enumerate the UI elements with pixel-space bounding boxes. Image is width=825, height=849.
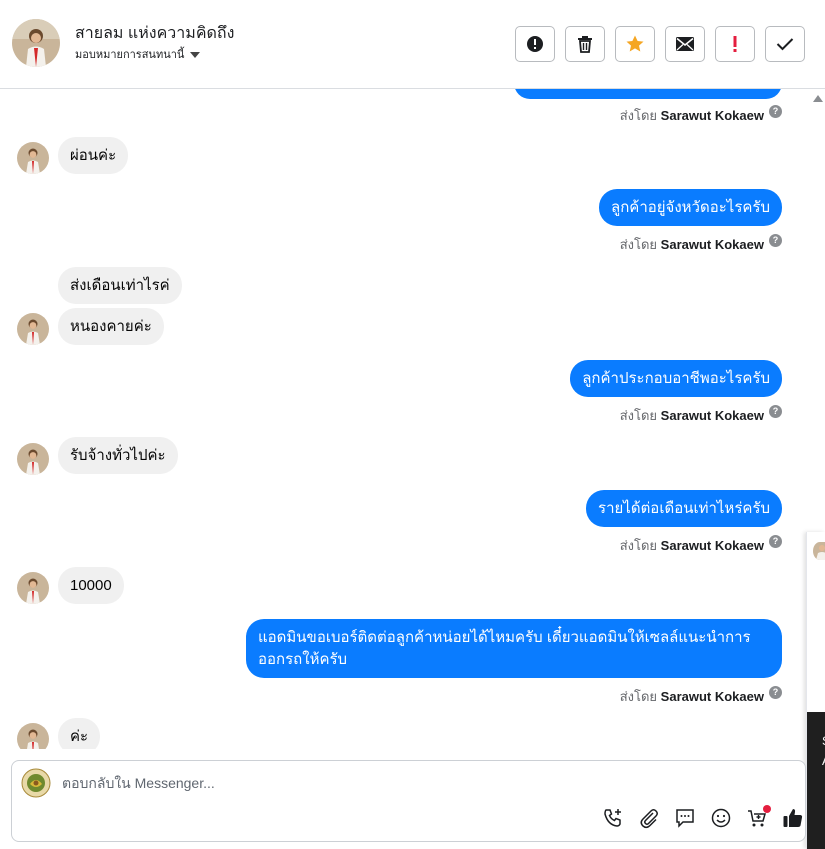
add-call-button[interactable] — [602, 807, 624, 834]
conversation-header: สายลม แห่งความคิดถึง มอบหมายการสนทนานี้ — [0, 0, 825, 89]
popup-avatar — [813, 542, 825, 560]
message-thread: ส่งโดย Sarawut Kokaew ? ผ่อนค่ะ ลูกค้าอย… — [0, 89, 806, 749]
delete-button[interactable] — [565, 26, 605, 62]
reply-composer — [11, 760, 806, 842]
outgoing-message[interactable] — [514, 89, 782, 99]
contact-avatar-small — [17, 443, 49, 475]
notification-dot — [763, 805, 771, 813]
outgoing-message[interactable]: ลูกค้าอยู่จังหวัดอะไรครับ — [599, 189, 782, 226]
caret-down-icon — [190, 51, 201, 58]
sent-by-label: ส่งโดย Sarawut Kokaew — [619, 108, 764, 123]
mark-unread-button[interactable] — [665, 26, 705, 62]
contact-avatar-small — [17, 142, 49, 174]
incoming-message[interactable]: หนองคายค่ะ — [58, 308, 164, 345]
add-to-cart-button[interactable] — [746, 805, 771, 831]
outgoing-message[interactable]: แอดมินขอเบอร์ติดต่อลูกค้าหน่อยได้ไหมครับ… — [246, 619, 782, 678]
contact-avatar[interactable] — [12, 19, 60, 67]
composer-tools — [602, 805, 804, 834]
phone-plus-icon — [602, 807, 624, 834]
alert-circle-icon — [526, 35, 544, 53]
contact-name[interactable]: สายลม แห่งความคิดถึง — [75, 21, 234, 46]
trash-icon — [577, 35, 593, 53]
assign-label: มอบหมายการสนทนานี้ — [75, 49, 185, 61]
question-icon[interactable]: ? — [769, 535, 782, 548]
sent-by-label: ส่งโดย Sarawut Kokaew — [619, 408, 764, 423]
mark-done-button[interactable] — [765, 26, 805, 62]
question-icon[interactable]: ? — [769, 105, 782, 118]
emoji-icon — [710, 807, 732, 834]
scroll-up-arrow-icon[interactable] — [813, 95, 823, 102]
sent-by-label: ส่งโดย Sarawut Kokaew — [619, 237, 764, 252]
contact-avatar-small — [17, 572, 49, 604]
send-like-button[interactable] — [782, 807, 804, 834]
important-button[interactable] — [715, 26, 755, 62]
star-icon — [625, 34, 645, 54]
outgoing-message[interactable]: ลูกค้าประกอบอาชีพอะไรครับ — [570, 360, 782, 397]
envelope-icon — [675, 36, 695, 52]
incoming-message[interactable]: ส่งเดือนเท่าไรค่ — [58, 267, 182, 304]
scrollbar[interactable] — [813, 95, 823, 105]
emoji-button[interactable] — [710, 807, 732, 834]
star-button[interactable] — [615, 26, 655, 62]
saved-replies-button[interactable] — [674, 807, 696, 834]
popup-dark-section: S A — [807, 712, 825, 849]
reply-input[interactable] — [62, 775, 562, 791]
side-popup-panel[interactable]: S A — [806, 532, 825, 849]
header-actions — [515, 26, 805, 62]
sent-by-label: ส่งโดย Sarawut Kokaew — [619, 538, 764, 553]
thumbs-up-icon — [782, 807, 804, 834]
contact-avatar-small — [17, 723, 49, 749]
incoming-message[interactable]: รับจ้างทั่วไปค่ะ — [58, 437, 178, 474]
sent-by-label: ส่งโดย Sarawut Kokaew — [619, 689, 764, 704]
page-logo-avatar[interactable] — [21, 768, 51, 798]
report-spam-button[interactable] — [515, 26, 555, 62]
attach-file-button[interactable] — [638, 807, 660, 834]
check-icon — [776, 37, 794, 51]
question-icon[interactable]: ? — [769, 686, 782, 699]
incoming-message[interactable]: ค่ะ — [58, 718, 101, 749]
outgoing-message[interactable]: รายได้ต่อเดือนเท่าไหร่ครับ — [586, 490, 782, 527]
incoming-message[interactable]: 10000 — [58, 567, 124, 604]
paperclip-icon — [638, 807, 660, 834]
contact-avatar-small — [17, 313, 49, 345]
incoming-message[interactable]: ผ่อนค่ะ — [58, 137, 129, 174]
question-icon[interactable]: ? — [769, 234, 782, 247]
assign-conversation-dropdown[interactable]: มอบหมายการสนทนานี้ — [75, 45, 201, 63]
exclamation-icon — [732, 35, 738, 53]
question-icon[interactable]: ? — [769, 405, 782, 418]
saved-reply-icon — [674, 807, 696, 834]
